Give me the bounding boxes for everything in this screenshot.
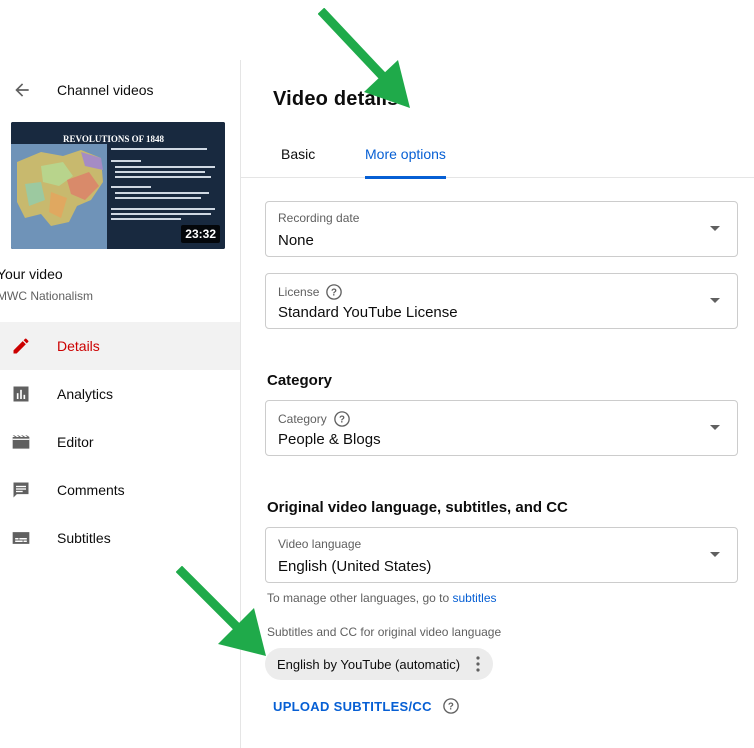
sidebar-item-editor[interactable]: Editor bbox=[0, 418, 240, 466]
help-icon[interactable]: ? bbox=[325, 283, 343, 301]
help-icon[interactable]: ? bbox=[442, 697, 460, 715]
video-language-label: Video language bbox=[278, 537, 361, 551]
sidebar-item-label: Subtitles bbox=[57, 530, 111, 546]
upload-button-label: UPLOAD SUBTITLES/CC bbox=[273, 698, 432, 714]
sidebar-item-label: Details bbox=[57, 338, 100, 354]
page-title: Video details bbox=[273, 88, 399, 110]
comments-icon bbox=[13, 482, 29, 498]
video-name: MWC Nationalism bbox=[0, 289, 94, 303]
manage-note-text: To manage other languages, go to bbox=[267, 591, 450, 605]
video-thumbnail[interactable]: REVOLUTIONS OF 1848 23:32 bbox=[11, 122, 225, 249]
chevron-down-icon bbox=[710, 552, 720, 557]
field-label-text: Video language bbox=[278, 537, 362, 551]
field-label-text: Recording date bbox=[278, 211, 360, 225]
category-label: Category ? bbox=[278, 410, 351, 428]
thumbnail-title: REVOLUTIONS OF 1848 bbox=[63, 134, 164, 144]
subtitle-track-chip[interactable]: English by YouTube (automatic) bbox=[265, 648, 493, 680]
analytics-icon bbox=[13, 386, 29, 402]
editor-icon bbox=[12, 435, 30, 449]
upload-subtitles-button[interactable]: UPLOAD SUBTITLES/CC ? bbox=[273, 697, 460, 715]
subtitles-icon bbox=[12, 532, 30, 544]
video-language-select[interactable]: Video language English (United States) bbox=[265, 527, 738, 583]
sidebar-item-comments[interactable]: Comments bbox=[0, 466, 240, 514]
license-value: Standard YouTube License bbox=[278, 304, 458, 321]
video-language-value: English (United States) bbox=[278, 558, 432, 575]
recording-date-label: Recording date bbox=[278, 211, 359, 225]
category-section-title: Category bbox=[267, 372, 333, 389]
main-panel: Video details Basic More options Recordi… bbox=[241, 60, 754, 748]
back-to-channel-videos[interactable]: Channel videos bbox=[0, 60, 240, 120]
sidebar-item-label: Editor bbox=[57, 434, 94, 450]
svg-text:?: ? bbox=[448, 701, 454, 712]
video-duration: 23:32 bbox=[181, 225, 220, 243]
more-vert-icon[interactable] bbox=[476, 656, 480, 672]
your-video-label: Your video bbox=[0, 266, 63, 282]
svg-text:?: ? bbox=[339, 414, 345, 425]
sidebar-item-label: Comments bbox=[57, 482, 125, 498]
subtitle-track-label: English by YouTube (automatic) bbox=[277, 656, 461, 672]
recording-date-value: None bbox=[278, 232, 314, 249]
sidebar-item-label: Analytics bbox=[57, 386, 114, 402]
help-icon[interactable]: ? bbox=[333, 410, 351, 428]
license-label: License ? bbox=[278, 283, 343, 301]
sidebar-item-subtitles[interactable]: Subtitles bbox=[0, 514, 240, 562]
license-select[interactable]: License ? Standard YouTube License bbox=[265, 273, 738, 329]
chevron-down-icon bbox=[710, 425, 720, 430]
recording-date-select[interactable]: Recording date None bbox=[265, 201, 738, 257]
field-label-text: Category bbox=[278, 412, 327, 426]
svg-text:?: ? bbox=[331, 287, 337, 298]
back-arrow-icon[interactable] bbox=[12, 80, 32, 100]
language-section-title: Original video language, subtitles, and … bbox=[267, 499, 568, 516]
back-label[interactable]: Channel videos bbox=[57, 82, 154, 98]
subtitles-cc-note: Subtitles and CC for original video lang… bbox=[267, 625, 502, 639]
field-label-text: License bbox=[278, 285, 320, 299]
sidebar-nav: Details Analytics Editor Comments Subtit… bbox=[0, 322, 240, 562]
sidebar-item-analytics[interactable]: Analytics bbox=[0, 370, 240, 418]
manage-languages-note: To manage other languages, go to subtitl… bbox=[267, 591, 497, 605]
category-select[interactable]: Category ? People & Blogs bbox=[265, 400, 738, 456]
tab-basic[interactable]: Basic bbox=[281, 146, 315, 178]
sidebar-item-details[interactable]: Details bbox=[0, 322, 240, 370]
sidebar: Channel videos REVOLUTIONS OF 1848 23:32… bbox=[0, 60, 241, 748]
subtitles-link[interactable]: subtitles bbox=[452, 591, 496, 605]
tab-more-options[interactable]: More options bbox=[365, 146, 446, 179]
chevron-down-icon bbox=[710, 298, 720, 303]
category-value: People & Blogs bbox=[278, 431, 381, 448]
pencil-icon bbox=[13, 338, 29, 354]
chevron-down-icon bbox=[710, 226, 720, 231]
tabs: Basic More options bbox=[241, 138, 754, 179]
